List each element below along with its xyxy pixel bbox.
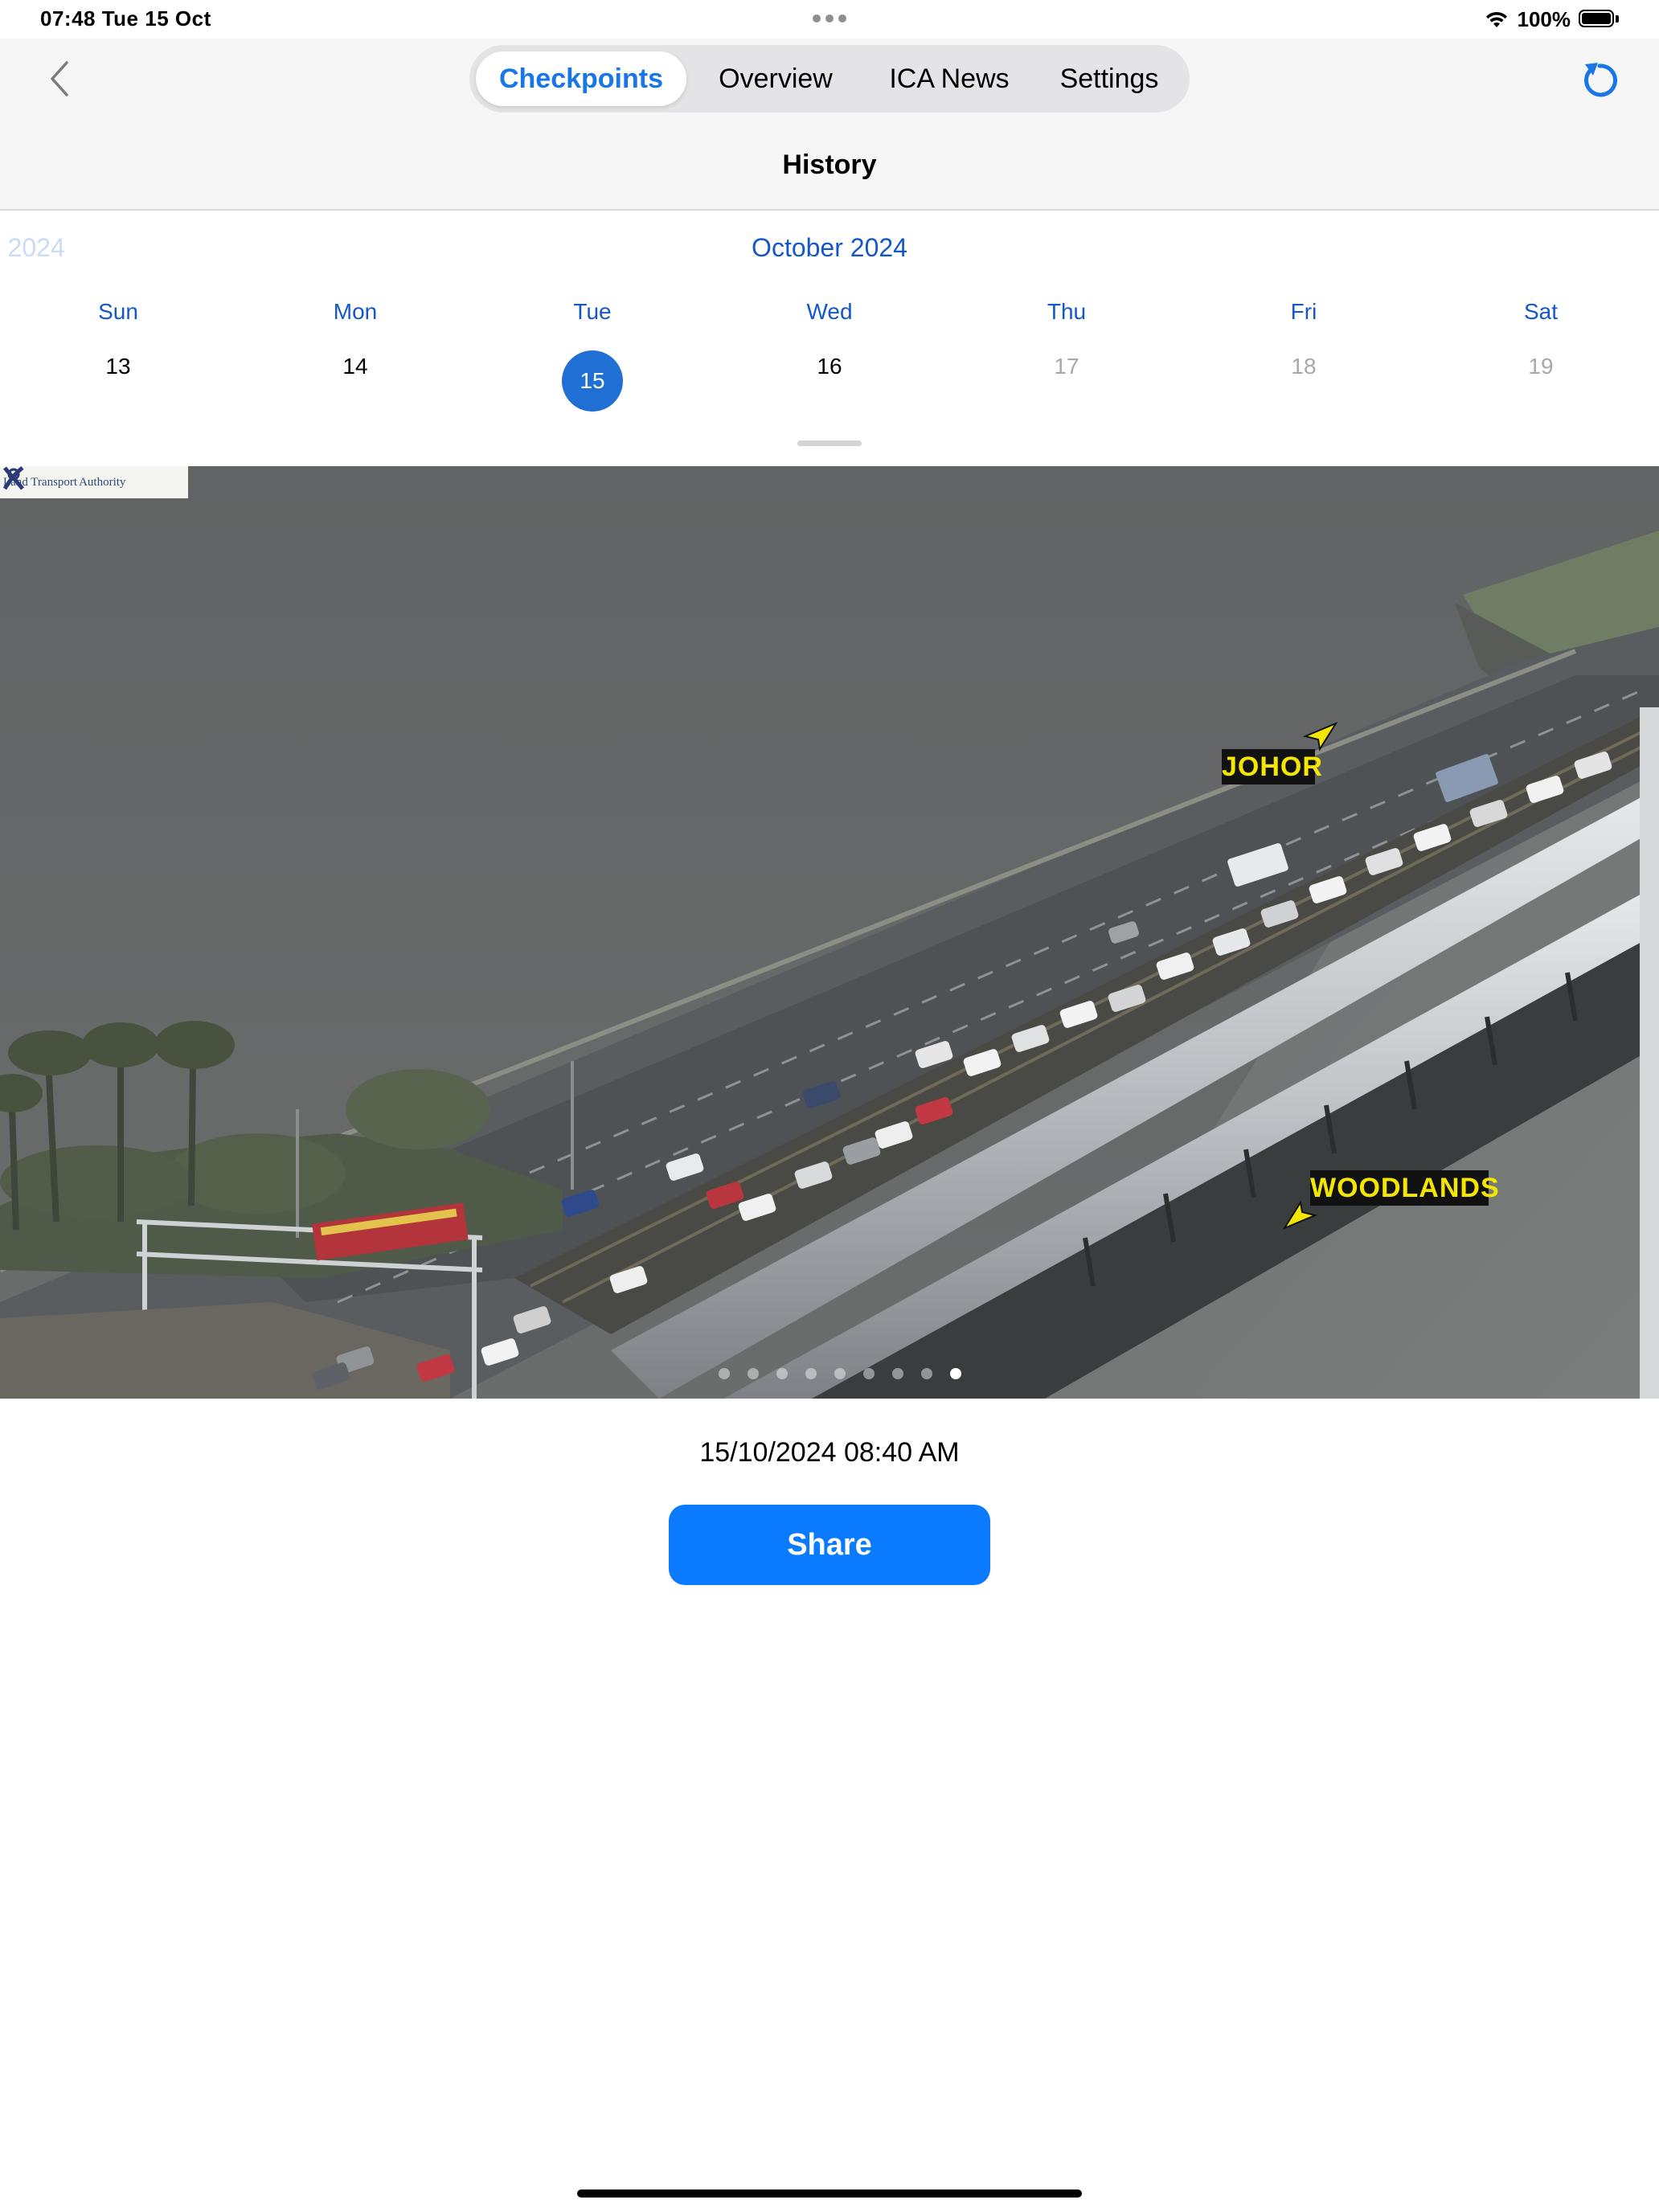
status-time: 07:48 Tue 15 Oct [40, 6, 211, 31]
status-bar: 07:48 Tue 15 Oct 100% [0, 0, 1659, 39]
page-dot-active[interactable] [950, 1368, 961, 1379]
weekday-sat: Sat [1523, 299, 1559, 324]
page-dot[interactable] [719, 1368, 730, 1379]
battery-percentage: 100% [1517, 6, 1571, 31]
page-title: History [782, 150, 877, 180]
weekday-sun: Sun [98, 299, 138, 324]
page-dot[interactable] [863, 1368, 875, 1379]
page-dot[interactable] [776, 1368, 788, 1379]
johor-label: JOHOR [1222, 749, 1322, 784]
image-timestamp: 15/10/2024 08:40 AM [699, 1437, 960, 1468]
status-right: 100% [1484, 5, 1619, 34]
weekday-thu: Thu [1047, 299, 1087, 324]
tab-segmented-control: Checkpoints Overview ICA News Settings [469, 45, 1190, 113]
page-dot[interactable] [805, 1368, 817, 1379]
tab-settings[interactable]: Settings [1037, 51, 1182, 106]
refresh-icon [1584, 63, 1617, 97]
weekday-tue: Tue [573, 299, 612, 324]
day-19: 19 [1528, 354, 1554, 379]
chevron-left-icon [51, 61, 68, 96]
arrow-down-left-icon [1283, 1200, 1318, 1230]
day-16[interactable]: 16 [749, 354, 910, 379]
day-14[interactable]: 14 [275, 354, 436, 379]
current-month-label: October 2024 [752, 233, 907, 262]
page-dot[interactable] [748, 1368, 759, 1379]
woodlands-label: WOODLANDS [1310, 1170, 1499, 1206]
page-dot[interactable] [921, 1368, 932, 1379]
lta-logo-text-right: Authority [79, 475, 126, 489]
page-dot[interactable] [892, 1368, 903, 1379]
navigation-bar: Checkpoints Overview ICA News Settings H… [0, 39, 1659, 211]
weekday-wed: Wed [806, 299, 853, 324]
day-13[interactable]: 13 [38, 354, 199, 379]
tab-ica-news[interactable]: ICA News [865, 51, 1034, 106]
home-indicator[interactable] [577, 2189, 1082, 2198]
tab-checkpoints[interactable]: Checkpoints [476, 51, 686, 106]
battery-icon [1579, 10, 1619, 29]
day-15-selected[interactable]: 15 [562, 350, 623, 412]
share-button[interactable]: Share [669, 1505, 990, 1585]
image-page-indicator[interactable] [719, 1368, 961, 1379]
causeway-scene [0, 466, 1659, 1399]
weekday-fri: Fri [1290, 299, 1317, 324]
lta-ribbon-icon [2, 466, 24, 490]
arrow-up-right-icon [1302, 722, 1337, 752]
weekday-mon: Mon [333, 299, 378, 324]
refresh-button[interactable] [1577, 56, 1622, 101]
lta-logo: Land Transport Authority [0, 466, 188, 498]
traffic-camera-image[interactable]: Land Transport Authority JOHOR WOODLANDS [0, 466, 1659, 1399]
back-button[interactable] [42, 58, 77, 100]
day-18: 18 [1291, 354, 1317, 379]
week-calendar[interactable]: r 2024 October 2024 Sun Mon Tue Wed Thu … [0, 211, 1659, 466]
page-dot[interactable] [834, 1368, 846, 1379]
day-17: 17 [1054, 354, 1079, 379]
tab-overview[interactable]: Overview [691, 51, 860, 106]
multitasking-dots-icon[interactable] [813, 14, 846, 23]
wifi-icon [1485, 11, 1507, 27]
drag-handle[interactable] [797, 440, 862, 446]
